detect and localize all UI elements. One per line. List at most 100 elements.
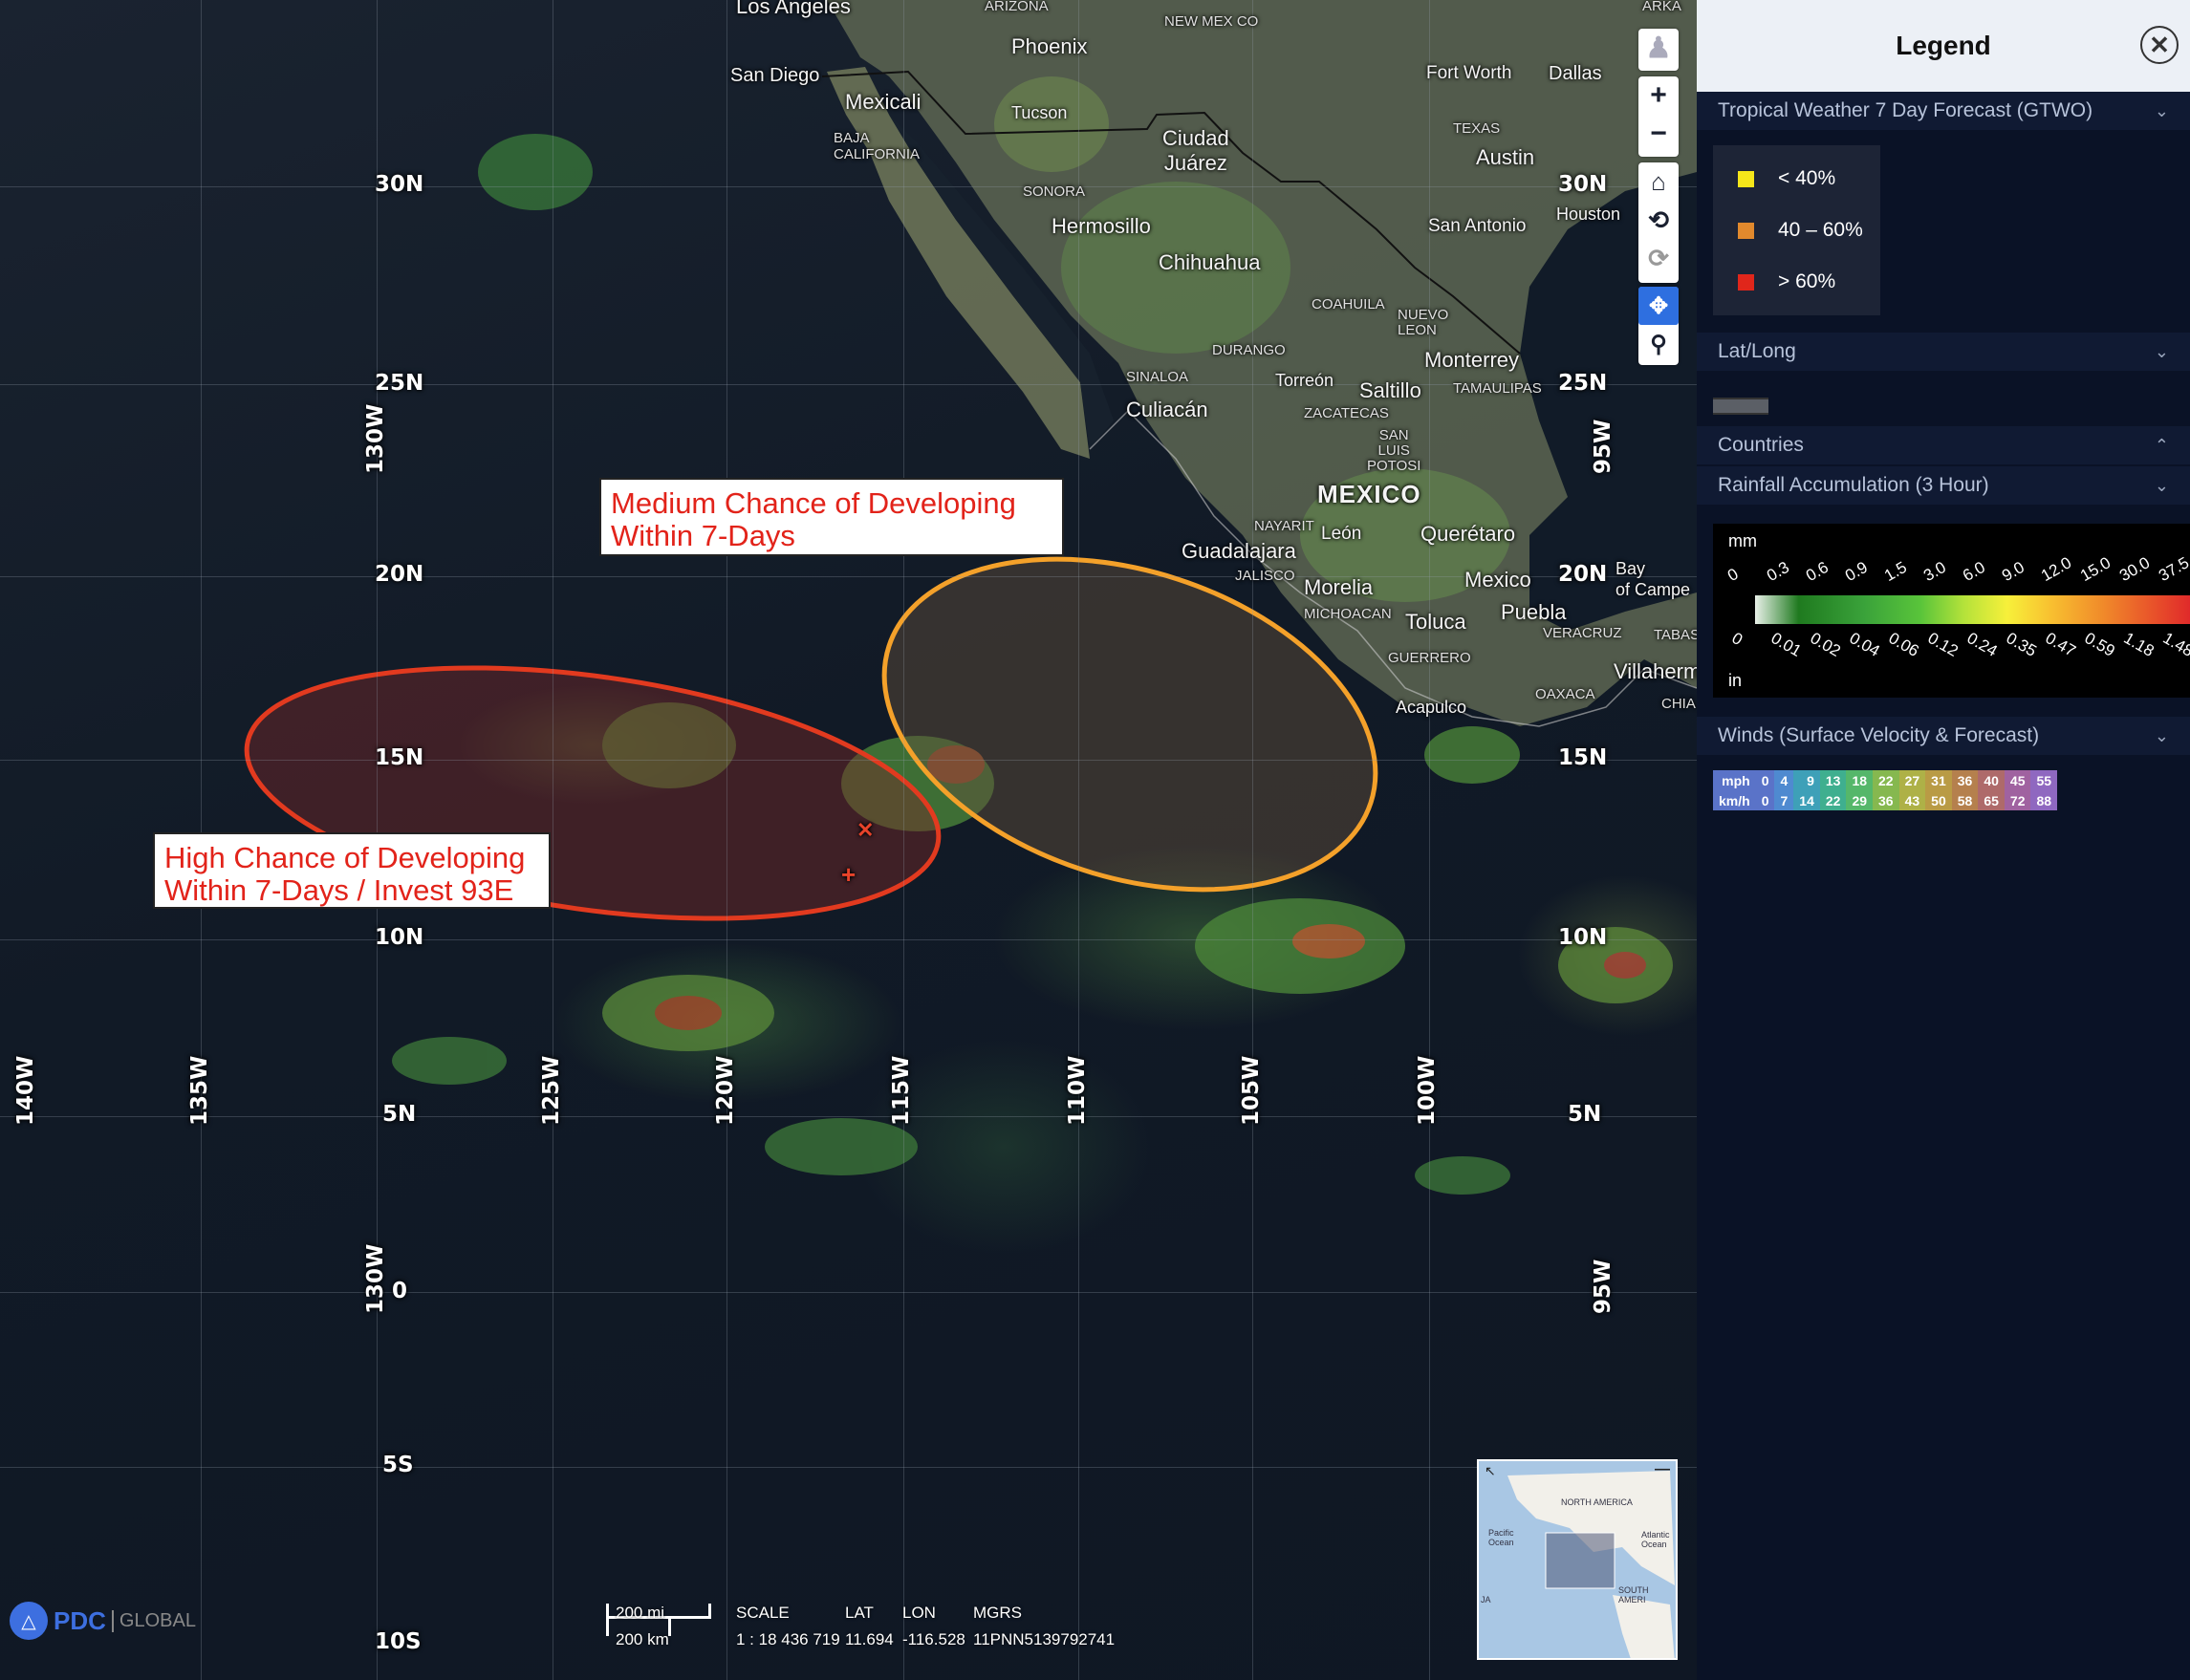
- rainfall-in-tick: 0.47: [2042, 629, 2079, 661]
- rainfall-mm-tick: 0.3: [1764, 557, 1792, 586]
- rainfall-in-tick: 0.01: [1767, 629, 1805, 661]
- graticule-line: [1429, 0, 1430, 1680]
- place-puebla: Puebla: [1501, 600, 1567, 624]
- minimap-expand-icon[interactable]: ↖: [1485, 1463, 1496, 1479]
- lat-label: 15N: [1558, 745, 1608, 770]
- winds-mph-value: 0: [1755, 770, 1775, 790]
- lon-label: 125W: [539, 1055, 564, 1126]
- winds-mph-value: 18: [1846, 770, 1874, 790]
- readout-mgrs-value: 11PNN5139792741: [973, 1630, 1116, 1648]
- place-guerrero: GUERRERO: [1388, 650, 1471, 666]
- minimap-south-america: SOUTH AMERI: [1618, 1585, 1649, 1605]
- place-veracruz: VERACRUZ: [1543, 625, 1622, 641]
- place-sonora: SONORA: [1023, 183, 1086, 200]
- rainfall-unit-in: in: [1728, 671, 1743, 690]
- readout-lon-label: LON: [902, 1604, 936, 1622]
- legend-panel: Legend ✕ Tropical Weather 7 Day Forecast…: [1697, 0, 2190, 1680]
- place-dallas: Dallas: [1549, 63, 1602, 84]
- place-san-antonio: San Antonio: [1428, 216, 1527, 236]
- rainfall-in-tick: 0.24: [1963, 629, 2001, 661]
- place-torreon: Torreón: [1275, 371, 1334, 390]
- graticule-line: [0, 576, 1697, 577]
- swatch-low: [1738, 170, 1754, 187]
- rainfall-mm-tick: 37.5: [2156, 553, 2190, 586]
- section-rainfall[interactable]: Rainfall Accumulation (3 Hour) ⌄: [1697, 466, 2190, 505]
- minimap-collapse-icon[interactable]: —: [1655, 1461, 1670, 1478]
- rainfall-color-ramp: [1755, 595, 2190, 624]
- readout-lat-label: LAT: [845, 1604, 874, 1622]
- interaction-controls: ✥ ⚲: [1638, 287, 1679, 365]
- winds-mph-value: 4: [1774, 770, 1794, 790]
- section-winds[interactable]: Winds (Surface Velocity & Forecast) ⌄: [1697, 717, 2190, 755]
- winds-mph-value: 31: [1925, 770, 1952, 790]
- winds-kmh-value: 22: [1819, 790, 1847, 810]
- graticule-line: [0, 939, 1697, 940]
- minimap-pacific: Pacific Ocean: [1488, 1528, 1514, 1547]
- storm-center-cross-icon: ✕: [856, 818, 875, 842]
- place-arizona: ARIZONA: [985, 0, 1049, 14]
- place-ciudad-juarez: Ciudad Juárez: [1162, 126, 1229, 175]
- rainfall-mm-tick: 0.6: [1803, 557, 1832, 586]
- high-chance-callout: High Chance of Developing Within 7-Days …: [153, 832, 551, 909]
- winds-mph-value: 55: [2030, 770, 2058, 790]
- pdc-logo: △ PDC GLOBAL: [10, 1602, 196, 1640]
- rainfall-mm-tick: 0.9: [1842, 557, 1871, 586]
- lat-label: 10N: [375, 925, 424, 950]
- minimap-land: [1507, 1471, 1675, 1658]
- section-latlong[interactable]: Lat/Long ⌄: [1697, 333, 2190, 371]
- rotate-right-icon[interactable]: ⟳: [1638, 239, 1679, 277]
- section-countries-label: Countries: [1718, 434, 1804, 456]
- lon-label: 105W: [1239, 1055, 1264, 1126]
- section-countries[interactable]: Countries ⌃: [1697, 426, 2190, 464]
- winds-mph-label: mph: [1713, 770, 1756, 790]
- chevron-down-icon: ⌄: [2154, 341, 2169, 361]
- lon-label: 115W: [889, 1055, 914, 1126]
- readout-scale-value: 1 : 18 436 719: [736, 1630, 840, 1648]
- zoom-box-icon[interactable]: ⚲: [1638, 325, 1679, 363]
- gtwo-item-high: > 60%: [1713, 256, 1880, 308]
- graticule-line: [0, 1292, 1697, 1293]
- lon-label: 130W: [363, 1243, 388, 1314]
- winds-kmh-label: km/h: [1713, 790, 1756, 810]
- lat-label: 10S: [375, 1629, 422, 1654]
- graticule-line: [0, 186, 1697, 187]
- chevron-down-icon: ⌄: [2154, 725, 2169, 745]
- minimap-ja: JA: [1481, 1595, 1491, 1605]
- minimap-north-america: NORTH AMERICA: [1561, 1497, 1633, 1507]
- gtwo-item-medium: 40 – 60%: [1713, 205, 1880, 256]
- lon-label: 140W: [13, 1055, 38, 1126]
- winds-kmh-row: km/h 0 7 14 22 29 36 43 50 58 65 72 88: [1713, 790, 2058, 810]
- lat-label: 5S: [382, 1453, 414, 1477]
- zoom-in-icon[interactable]: +: [1638, 76, 1679, 115]
- map-view[interactable]: 30N 25N 20N 15N 10N 5N 0 5S 10S 30N 25N …: [0, 0, 1697, 1680]
- person-icon[interactable]: ♟: [1638, 29, 1679, 67]
- swatch-medium: [1738, 222, 1754, 239]
- winds-kmh-value: 0: [1755, 790, 1775, 810]
- lon-label: 95W: [1591, 419, 1615, 474]
- rotate-left-icon[interactable]: ⟲: [1638, 201, 1679, 239]
- lon-label: 135W: [187, 1055, 212, 1126]
- place-jalisco: JALISCO: [1235, 568, 1295, 584]
- legend-header: Legend ✕: [1697, 0, 2190, 92]
- zoom-out-icon[interactable]: −: [1638, 115, 1679, 153]
- home-icon[interactable]: ⌂: [1638, 162, 1679, 201]
- place-durango: DURANGO: [1212, 342, 1286, 358]
- section-gtwo[interactable]: Tropical Weather 7 Day Forecast (GTWO) ⌄: [1697, 92, 2190, 130]
- place-acapulco: Acapulco: [1396, 698, 1467, 717]
- gtwo-item-low: < 40%: [1713, 153, 1880, 205]
- place-nayarit: NAYARIT: [1254, 518, 1314, 534]
- lat-label: 0: [392, 1279, 408, 1303]
- rainfall-mm-tick: 6.0: [1960, 557, 1988, 586]
- scale-miles: 200 mi: [616, 1604, 665, 1622]
- lon-label: 95W: [1591, 1259, 1615, 1314]
- place-arka: ARKA: [1642, 0, 1681, 14]
- graticule-line: [1078, 0, 1079, 1680]
- overview-minimap[interactable]: NORTH AMERICA Pacific Ocean Atlantic Oce…: [1477, 1459, 1678, 1660]
- close-icon[interactable]: ✕: [2140, 26, 2179, 64]
- pan-icon[interactable]: ✥: [1638, 287, 1679, 325]
- place-tucson: Tucson: [1011, 103, 1068, 122]
- rainfall-mm-tick: 30.0: [2116, 553, 2154, 586]
- rainfall-in-tick: 0.59: [2081, 629, 2118, 661]
- rainfall-mm-tick: 15.0: [2077, 553, 2114, 586]
- place-saltillo: Saltillo: [1359, 378, 1421, 402]
